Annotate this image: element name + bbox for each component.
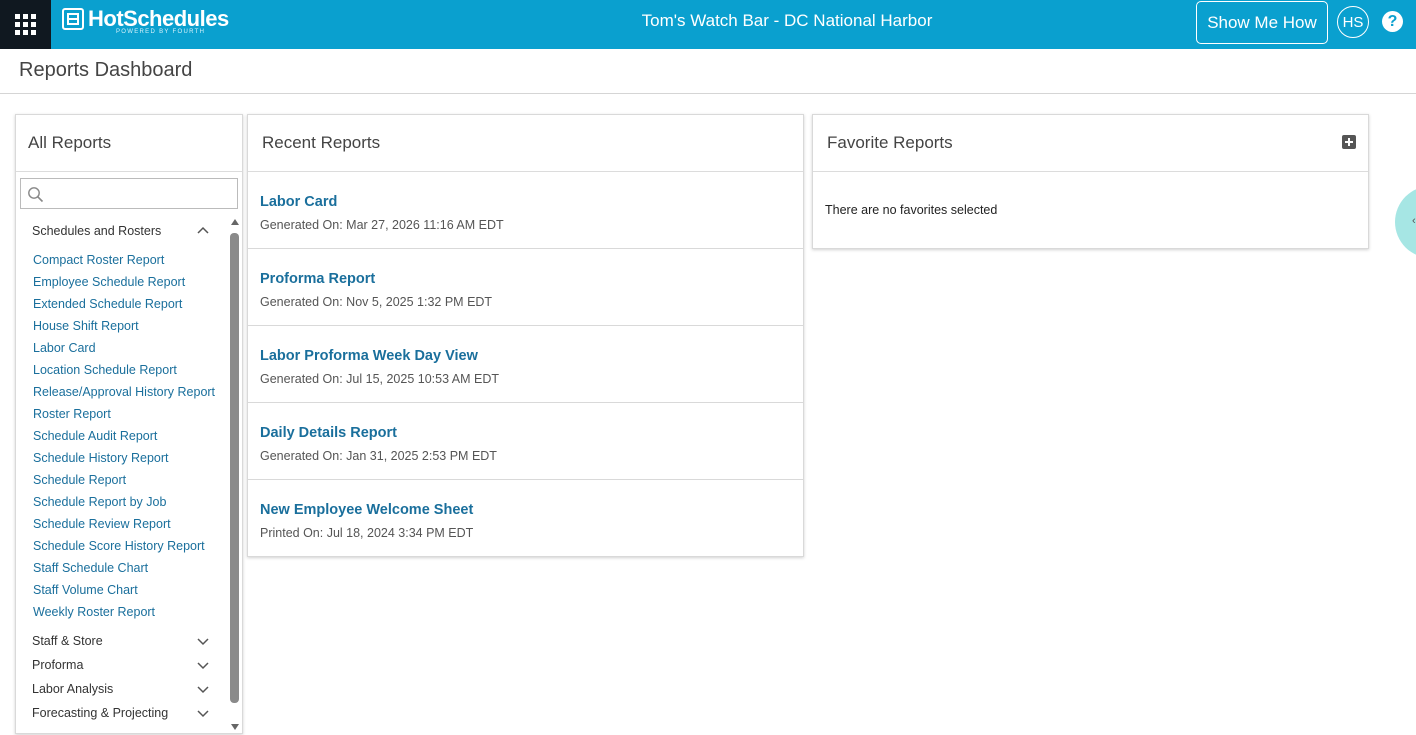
favorite-reports-panel: Favorite Reports There are no favorites … (812, 114, 1369, 249)
report-search[interactable] (20, 178, 238, 209)
title-divider (0, 93, 1416, 94)
scroll-up-icon[interactable] (231, 219, 239, 225)
report-link[interactable]: Weekly Roster Report (16, 601, 226, 623)
category-label: Staff & Store (32, 634, 103, 648)
category-staff-and-store[interactable]: Staff & Store (16, 629, 226, 653)
favorite-reports-header: Favorite Reports (813, 115, 1368, 172)
report-link[interactable]: Release/Approval History Report (16, 381, 226, 403)
side-panel-toggle[interactable]: ‹ (1395, 186, 1416, 258)
grid-icon (15, 14, 36, 35)
report-link[interactable]: Schedule Score History Report (16, 535, 226, 557)
category-forecasting-and-projecting[interactable]: Forecasting & Projecting (16, 701, 226, 725)
user-avatar[interactable]: HS (1337, 6, 1369, 38)
report-link[interactable]: Extended Schedule Report (16, 293, 226, 315)
recent-report-row: Labor Card Generated On: Mar 27, 2026 11… (248, 172, 803, 249)
report-link[interactable]: House Shift Report (16, 315, 226, 337)
chevron-up-icon (197, 226, 209, 234)
chevron-down-icon (197, 662, 209, 670)
report-link[interactable]: Schedule Review Report (16, 513, 226, 535)
recent-report-row: Labor Proforma Week Day View Generated O… (248, 326, 803, 403)
report-link[interactable]: Schedule History Report (16, 447, 226, 469)
tree-scrollbar[interactable] (230, 219, 240, 735)
recent-report-date: Printed On: Jul 18, 2024 3:34 PM EDT (260, 526, 474, 540)
report-link[interactable]: Roster Report (16, 403, 226, 425)
report-link[interactable]: Schedule Report (16, 469, 226, 491)
top-bar: HotSchedules POWERED BY FOURTH Tom's Wat… (0, 0, 1416, 49)
hotschedules-logo[interactable]: HotSchedules POWERED BY FOURTH (62, 8, 229, 38)
report-link[interactable]: Staff Schedule Chart (16, 557, 226, 579)
report-link[interactable]: Location Schedule Report (16, 359, 226, 381)
no-favorites-message: There are no favorites selected (825, 203, 998, 217)
category-proforma[interactable]: Proforma (16, 653, 226, 677)
chevron-left-icon: ‹ (1412, 215, 1416, 227)
category-label: Schedules and Rosters (32, 224, 162, 238)
help-icon[interactable]: ? (1382, 11, 1403, 32)
recent-report-row: Proforma Report Generated On: Nov 5, 202… (248, 249, 803, 326)
recent-report-row: Daily Details Report Generated On: Jan 3… (248, 403, 803, 480)
all-reports-title: All Reports (16, 115, 242, 172)
report-link[interactable]: Staff Volume Chart (16, 579, 226, 601)
recent-report-link[interactable]: Daily Details Report (260, 425, 397, 441)
chevron-down-icon (197, 638, 209, 646)
report-link[interactable]: Employee Schedule Report (16, 271, 226, 293)
scroll-down-icon[interactable] (231, 724, 239, 730)
scrollbar-thumb[interactable] (230, 233, 239, 703)
app-launcher-button[interactable] (0, 0, 51, 49)
report-links: Compact Roster Report Employee Schedule … (16, 249, 226, 623)
report-category-tree: Schedules and Rosters Compact Roster Rep… (16, 219, 226, 725)
report-link[interactable]: Schedule Report by Job (16, 491, 226, 513)
recent-report-link[interactable]: Proforma Report (260, 271, 375, 287)
favorite-reports-title: Favorite Reports (827, 133, 953, 152)
chevron-down-icon (197, 710, 209, 718)
category-label: Proforma (32, 658, 84, 672)
page-title: Reports Dashboard (19, 59, 193, 81)
logo-mark-icon (62, 8, 84, 30)
logo-subtitle: POWERED BY FOURTH (116, 29, 206, 35)
recent-reports-title: Recent Reports (248, 115, 803, 172)
category-label: Forecasting & Projecting (32, 706, 169, 720)
location-name: Tom's Watch Bar - DC National Harbor (641, 11, 933, 30)
search-icon (28, 187, 44, 203)
category-labor-analysis[interactable]: Labor Analysis (16, 677, 226, 701)
recent-report-link[interactable]: Labor Proforma Week Day View (260, 348, 478, 364)
search-input[interactable] (45, 183, 233, 205)
report-link[interactable]: Labor Card (16, 337, 226, 359)
logo-text: HotSchedules (88, 6, 229, 31)
add-favorite-icon[interactable] (1342, 135, 1356, 149)
recent-report-link[interactable]: Labor Card (260, 194, 337, 210)
report-link[interactable]: Schedule Audit Report (16, 425, 226, 447)
recent-report-date: Generated On: Jul 15, 2025 10:53 AM EDT (260, 372, 500, 386)
recent-report-date: Generated On: Jan 31, 2025 2:53 PM EDT (260, 449, 497, 463)
chevron-down-icon (197, 686, 209, 694)
show-me-how-button[interactable]: Show Me How (1196, 1, 1328, 44)
all-reports-panel: All Reports Schedules and Rosters Compac… (15, 114, 243, 734)
category-label: Labor Analysis (32, 682, 114, 696)
recent-report-row: New Employee Welcome Sheet Printed On: J… (248, 480, 803, 557)
recent-report-date: Generated On: Mar 27, 2026 11:16 AM EDT (260, 218, 504, 232)
report-link[interactable]: Compact Roster Report (16, 249, 226, 271)
recent-report-date: Generated On: Nov 5, 2025 1:32 PM EDT (260, 295, 493, 309)
recent-reports-panel: Recent Reports Labor Card Generated On: … (247, 114, 804, 557)
recent-report-link[interactable]: New Employee Welcome Sheet (260, 502, 473, 518)
category-schedules-and-rosters[interactable]: Schedules and Rosters (16, 219, 226, 243)
